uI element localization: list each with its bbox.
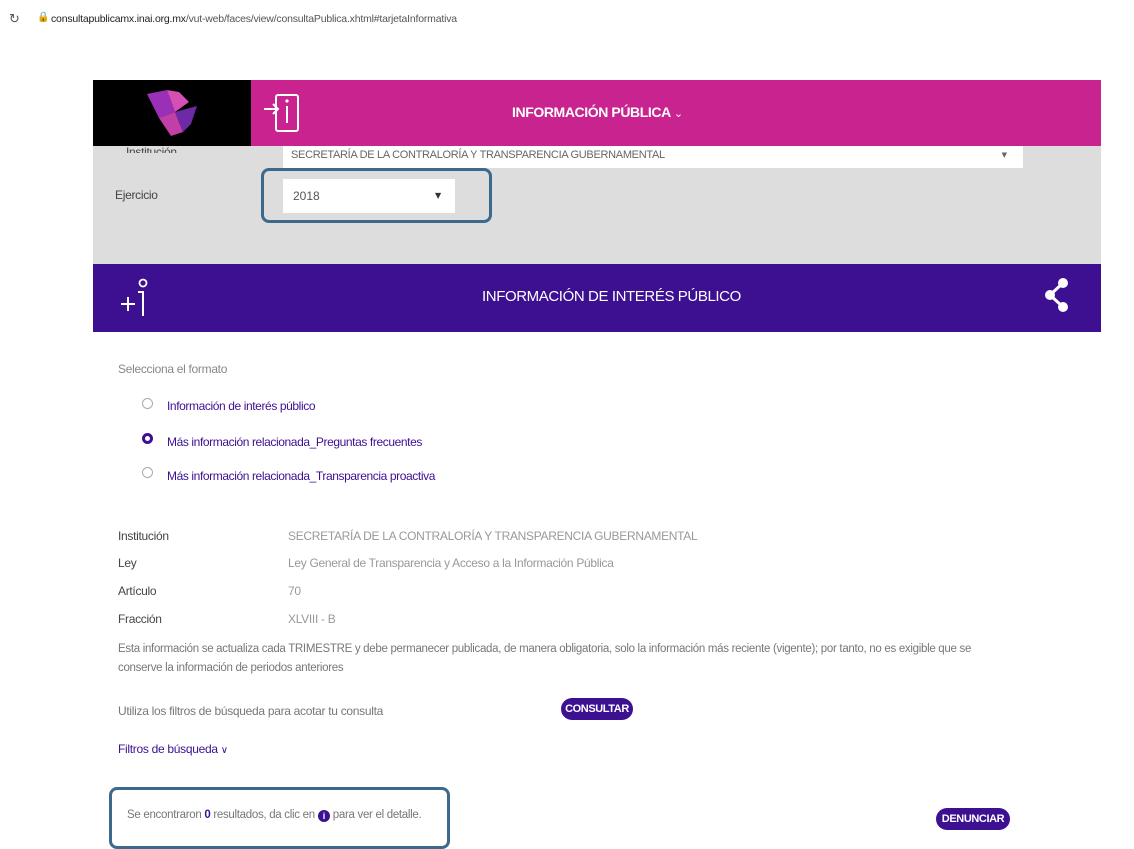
detail-law-value: Ley General de Transparencia y Acceso a … [288,556,614,570]
detail-article-label: Artículo [118,584,157,598]
search-filters-label: Filtros de búsqueda [118,742,218,756]
detail-fraction-label: Fracción [118,612,162,626]
update-note: Esta información se actualiza cada TRIME… [118,643,972,674]
results-highlight-box [109,787,450,849]
detail-institution-label: Institución [118,529,169,543]
site-logo[interactable] [93,80,251,146]
radio-label-preguntas-frecuentes[interactable]: Más información relacionada_Preguntas fr… [167,435,422,449]
detail-law-label: Ley [118,556,137,570]
radio-interes-publico[interactable] [142,398,153,409]
radio-preguntas-frecuentes[interactable] [142,433,153,444]
report-button[interactable]: DENUNCIAR [936,808,1010,830]
year-highlight-box [261,168,492,223]
consult-button[interactable]: CONSULTAR [561,698,633,720]
search-filters-toggle[interactable]: Filtros de búsqueda ∨ [118,742,228,756]
address-bar[interactable]: ↻ 🔒 consultapublicamx.inai.org.mx/vut-we… [0,0,1134,40]
share-icon[interactable] [1043,277,1071,313]
login-icon[interactable] [262,91,302,135]
radio-transparencia-proactiva[interactable] [142,467,153,478]
url-text[interactable]: consultapublicamx.inai.org.mx/vut-web/fa… [51,13,457,25]
year-filter-label: Ejercicio [115,188,158,202]
institution-filter-label: Institución [126,145,177,153]
info-publica-menu[interactable]: INFORMACIÓN PÚBLICA ⌄ [512,104,683,120]
banner-title: INFORMACIÓN DE INTERÉS PÚBLICO [482,288,741,305]
detail-institution-value: SECRETARÍA DE LA CONTRALORÍA Y TRANSPARE… [288,529,698,543]
info-plus-icon [121,278,148,316]
dropdown-arrow-icon: ▼ [1001,151,1007,159]
detail-fraction-value: XLVIII - B [288,612,336,626]
institution-select[interactable]: SECRETARÍA DE LA CONTRALORÍA Y TRANSPARE… [283,146,1023,168]
url-path: /vut-web/faces/view/consultaPublica.xhtm… [185,13,457,25]
url-host: consultapublicamx.inai.org.mx [51,13,186,25]
info-publica-label: INFORMACIÓN PÚBLICA [512,104,671,120]
reload-icon[interactable]: ↻ [9,12,20,27]
format-prompt: Selecciona el formato [118,362,228,376]
chevron-down-icon: ∨ [220,745,228,756]
detail-article-value: 70 [288,584,301,598]
radio-label-interes-publico[interactable]: Información de interés público [167,399,315,413]
institution-select-value: SECRETARÍA DE LA CONTRALORÍA Y TRANSPARE… [291,149,665,161]
logo-icon [147,90,197,136]
lock-icon[interactable]: 🔒 [37,12,49,23]
radio-label-transparencia-proactiva[interactable]: Más información relacionada_Transparenci… [167,469,435,483]
search-hint: Utiliza los filtros de búsqueda para aco… [118,704,383,718]
chevron-down-icon: ⌄ [673,107,683,120]
